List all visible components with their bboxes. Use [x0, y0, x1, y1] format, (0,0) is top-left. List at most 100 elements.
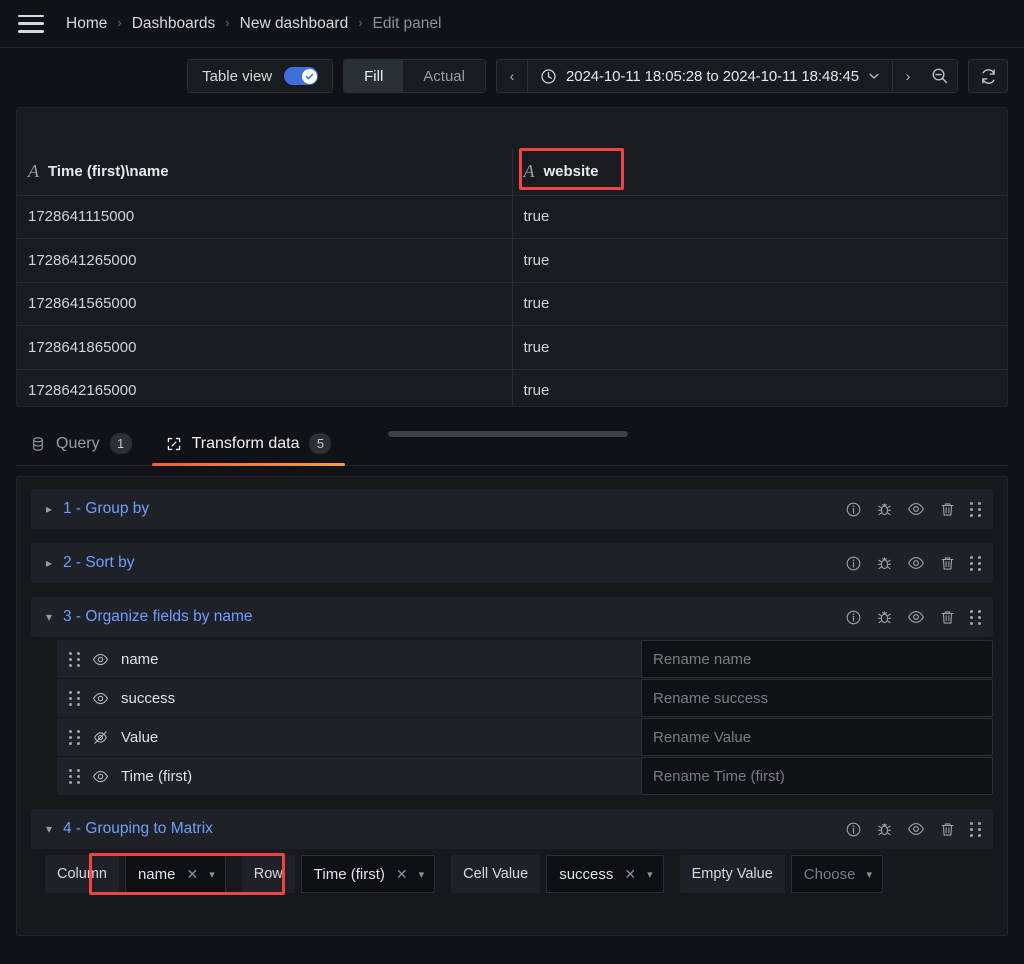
hamburger-icon[interactable]	[18, 14, 44, 33]
cell-time: 1728641115000	[17, 195, 512, 239]
chevron-right-icon[interactable]: ▸	[41, 556, 57, 570]
drag-handle-icon[interactable]	[970, 821, 981, 837]
drag-handle-icon[interactable]	[970, 609, 981, 625]
eye-icon[interactable]	[907, 500, 925, 518]
breadcrumb-separator-icon: ›	[117, 15, 122, 30]
zoom-out-icon[interactable]	[923, 60, 957, 92]
clock-icon	[541, 68, 556, 84]
option-label-empty-value: Empty Value	[679, 855, 785, 893]
transformation-card-group-by: ▸ 1 - Group by	[31, 489, 993, 529]
eye-icon[interactable]	[92, 651, 109, 668]
time-shift-backward-button[interactable]: ‹	[497, 60, 527, 92]
tab-transform-data[interactable]: Transform data 5	[151, 433, 346, 466]
column-header-time-first-name[interactable]: A Time (first)\name	[17, 148, 512, 196]
clear-icon[interactable]: ✕	[624, 866, 636, 883]
cell-website: true	[511, 369, 1007, 406]
trash-icon[interactable]	[939, 555, 956, 572]
field-label: Value	[121, 728, 159, 746]
clear-icon[interactable]: ✕	[187, 866, 199, 883]
table-row: 1728641565000 true	[17, 282, 1007, 326]
eye-icon[interactable]	[907, 554, 925, 572]
table-view-panel: A Time (first)\name A website 1728641115…	[16, 107, 1008, 407]
refresh-button[interactable]	[968, 59, 1008, 93]
bug-icon[interactable]	[876, 555, 893, 572]
rename-input-success[interactable]	[641, 679, 993, 717]
eye-icon[interactable]	[907, 608, 925, 626]
check-icon	[305, 73, 313, 79]
row-select[interactable]: Time (first) ✕ ▾	[300, 855, 436, 893]
cell-website: true	[511, 325, 1007, 370]
row-select-value: Time (first)	[313, 865, 385, 883]
option-label-cell-value: Cell Value	[451, 855, 541, 893]
info-icon[interactable]	[845, 821, 862, 838]
drag-handle-icon[interactable]	[69, 729, 80, 745]
column-select[interactable]: name ✕ ▾	[124, 855, 226, 893]
rename-input-name[interactable]	[641, 640, 993, 678]
field-row-time-first: Time (first)	[57, 757, 993, 795]
rename-input-time-first[interactable]	[641, 757, 993, 795]
breadcrumb-item-new-dashboard[interactable]: New dashboard	[240, 15, 349, 33]
drag-handle-icon[interactable]	[69, 690, 80, 706]
info-icon[interactable]	[845, 501, 862, 518]
transformation-title: 1 - Group by	[63, 500, 150, 517]
time-range-button[interactable]: 2024-10-11 18:05:28 to 2024-10-11 18:48:…	[527, 60, 893, 92]
transformation-header-grouping-to-matrix[interactable]: ▾ 4 - Grouping to Matrix	[31, 809, 993, 849]
empty-value-select[interactable]: Choose ▾	[790, 855, 884, 893]
field-label: name	[121, 650, 159, 668]
breadcrumb-item-dashboards[interactable]: Dashboards	[132, 15, 216, 33]
fill-button[interactable]: Fill	[344, 60, 404, 92]
breadcrumb-separator-icon: ›	[358, 15, 363, 30]
transform-icon	[167, 437, 180, 450]
eye-icon[interactable]	[907, 820, 925, 838]
chevron-right-icon[interactable]: ▸	[41, 502, 57, 516]
eye-icon[interactable]	[92, 690, 109, 707]
tab-query[interactable]: Query 1	[16, 433, 146, 465]
tab-query-count: 1	[109, 433, 132, 454]
table-view-label: Table view	[202, 67, 273, 85]
eye-slash-icon[interactable]	[92, 729, 109, 746]
organize-fields-body: name success	[31, 637, 993, 795]
field-row-success: success	[57, 679, 993, 717]
cell-value-select[interactable]: success ✕ ▾	[546, 855, 664, 893]
empty-value-select-placeholder: Choose	[803, 865, 856, 883]
trash-icon[interactable]	[939, 821, 956, 838]
table-top-spacer	[17, 108, 1007, 148]
chevron-down-icon[interactable]: ▾	[41, 610, 57, 624]
field-row-name: name	[57, 640, 993, 678]
transformation-header-organize-fields[interactable]: ▾ 3 - Organize fields by name	[31, 597, 993, 637]
panel-resize-handle[interactable]	[388, 431, 628, 437]
chevron-down-icon[interactable]: ▾	[41, 822, 57, 836]
drag-handle-icon[interactable]	[970, 501, 981, 517]
table-row: 1728642165000 true	[17, 369, 1007, 406]
bug-icon[interactable]	[876, 501, 893, 518]
transformation-header-sort-by[interactable]: ▸ 2 - Sort by	[31, 543, 993, 583]
drag-handle-icon[interactable]	[970, 555, 981, 571]
table-view-toggle[interactable]	[284, 67, 319, 85]
drag-handle-icon[interactable]	[69, 651, 80, 667]
clear-icon[interactable]: ✕	[396, 866, 408, 883]
info-icon[interactable]	[845, 555, 862, 572]
breadcrumb-item-home[interactable]: Home	[66, 15, 107, 33]
drag-handle-icon[interactable]	[69, 768, 80, 784]
cell-time: 1728642165000	[17, 369, 512, 406]
field-label: Time (first)	[121, 767, 193, 785]
transformation-header-group-by[interactable]: ▸ 1 - Group by	[31, 489, 993, 529]
column-header-label: website	[543, 162, 599, 180]
trash-icon[interactable]	[939, 609, 956, 626]
cell-time: 1728641265000	[17, 238, 512, 283]
transformations-list: ▸ 1 - Group by ▸ 2 - Sort by ▾ 3 - Organ…	[16, 476, 1008, 936]
time-shift-forward-button[interactable]: ›	[893, 60, 923, 92]
info-icon[interactable]	[845, 609, 862, 626]
actual-button[interactable]: Actual	[403, 60, 485, 92]
bug-icon[interactable]	[876, 821, 893, 838]
column-header-website[interactable]: A website	[511, 148, 1007, 196]
trash-icon[interactable]	[939, 501, 956, 518]
breadcrumb-item-edit-panel: Edit panel	[372, 14, 442, 32]
bug-icon[interactable]	[876, 609, 893, 626]
rename-input-value[interactable]	[641, 718, 993, 756]
table-row: 1728641115000 true	[17, 195, 1007, 239]
data-table: A Time (first)\name A website 1728641115…	[17, 108, 1007, 406]
eye-icon[interactable]	[92, 768, 109, 785]
cell-website: true	[511, 282, 1007, 326]
panel-edit-toolbar: Table view Fill Actual ‹ 2024-10-11 18:0…	[0, 48, 1024, 104]
